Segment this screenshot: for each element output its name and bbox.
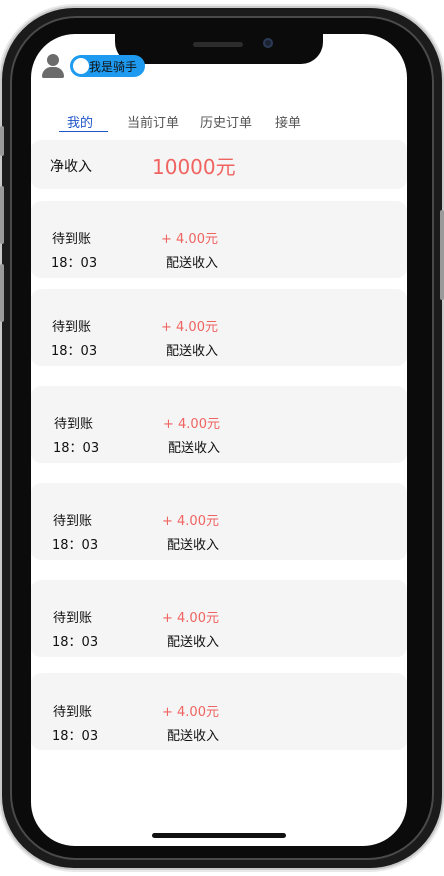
entry-amount: + 4.00元 <box>162 514 219 529</box>
tab-current-orders[interactable]: 当前订单 <box>127 112 179 131</box>
entry-amount: + 4.00元 <box>162 705 219 720</box>
income-entry[interactable]: 待到账 + 4.00元 18：03 配送收入 <box>31 580 407 657</box>
tab-mine[interactable]: 我的 <box>67 112 93 131</box>
entry-type: 配送收入 <box>167 729 220 744</box>
entry-time: 18：03 <box>51 256 98 271</box>
income-entry[interactable]: 待到账 + 4.00元 18：03 配送收入 <box>31 386 407 463</box>
entry-status: 待到账 <box>53 705 93 720</box>
power-button <box>440 210 444 300</box>
mute-switch <box>0 126 4 156</box>
entry-amount: + 4.00元 <box>163 417 220 432</box>
income-entry[interactable]: 待到账 + 4.00元 18：03 配送收入 <box>31 483 407 560</box>
income-entry[interactable]: 待到账 + 4.00元 18：03 配送收入 <box>31 673 407 750</box>
entry-time: 18：03 <box>52 538 99 553</box>
net-income-label: 净收入 <box>50 159 92 175</box>
toggle-label: 我是骑手 <box>89 60 138 74</box>
entry-type: 配送收入 <box>166 256 219 271</box>
avatar-head <box>47 54 59 66</box>
income-entry[interactable]: 待到账 + 4.00元 18：03 配送收入 <box>31 201 407 278</box>
entry-status: 待到账 <box>54 417 94 432</box>
toggle-knob <box>71 56 91 76</box>
top-bar: 我是骑手 <box>41 52 145 80</box>
entry-type: 配送收入 <box>167 538 220 553</box>
app-screen: 我是骑手 我的 当前订单 历史订单 接单 净收入 10000元 待到账 + 4.… <box>31 34 407 846</box>
net-income-value: 10000元 <box>152 155 236 179</box>
volume-up-button <box>0 186 4 244</box>
home-indicator[interactable] <box>152 833 286 838</box>
active-tab-indicator <box>59 131 108 132</box>
speaker-grille <box>193 42 243 47</box>
volume-down-button <box>0 264 4 322</box>
entry-time: 18：03 <box>51 344 98 359</box>
entry-amount: + 4.00元 <box>162 611 219 626</box>
entry-status: 待到账 <box>53 611 93 626</box>
entry-status: 待到账 <box>52 232 92 247</box>
entry-status: 待到账 <box>52 320 92 335</box>
entry-type: 配送收入 <box>168 441 221 456</box>
user-avatar-icon[interactable] <box>41 54 65 78</box>
net-income-card: 净收入 10000元 <box>31 140 407 189</box>
rider-mode-toggle[interactable]: 我是骑手 <box>70 55 145 77</box>
income-entry[interactable]: 待到账 + 4.00元 18：03 配送收入 <box>31 289 407 366</box>
avatar-body <box>42 67 64 78</box>
entry-amount: + 4.00元 <box>161 232 218 247</box>
entry-type: 配送收入 <box>166 344 219 359</box>
camera-icon <box>263 38 273 48</box>
tab-order-history[interactable]: 历史订单 <box>200 112 252 131</box>
entry-amount: + 4.00元 <box>161 320 218 335</box>
entry-time: 18：03 <box>52 635 99 650</box>
tab-accept-orders[interactable]: 接单 <box>275 112 301 131</box>
entry-time: 18：03 <box>52 729 99 744</box>
notch <box>115 34 323 64</box>
entry-status: 待到账 <box>53 514 93 529</box>
entry-type: 配送收入 <box>167 635 220 650</box>
entry-time: 18：03 <box>53 441 100 456</box>
